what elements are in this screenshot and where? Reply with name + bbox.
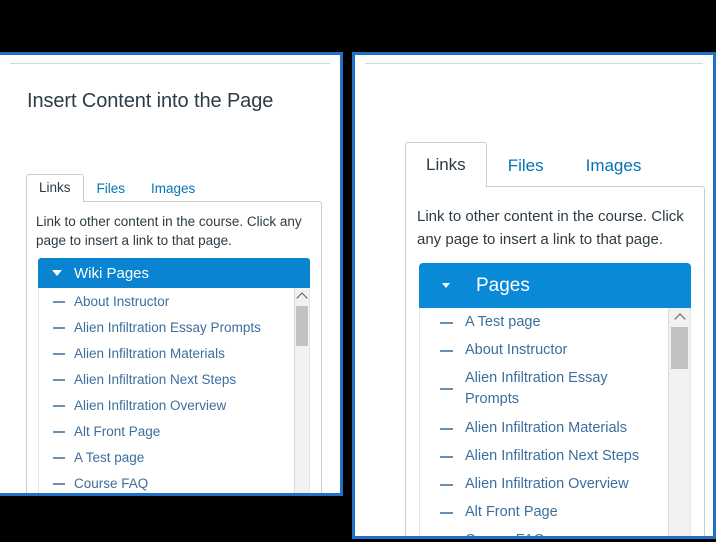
list-item[interactable]: Alien Infiltration Essay Prompts [420,364,668,414]
scrollbar-thumb[interactable] [671,327,688,369]
list-item-label: Alien Infiltration Materials [74,344,288,363]
right-page-list: A Test page About Instructor Alien Infil… [420,308,668,539]
dash-icon [53,431,65,433]
dash-icon [440,350,453,352]
dash-icon [53,457,65,459]
dash-icon [440,484,453,486]
right-page-list-container: A Test page About Instructor Alien Infil… [419,308,691,539]
dash-icon [53,405,65,407]
list-item[interactable]: Alien Infiltration Essay Prompts [39,314,294,340]
caret-down-icon [442,283,450,288]
list-item[interactable]: A Test page [39,444,294,470]
list-item-label: Alien Infiltration Materials [465,418,660,439]
group-header-label: Wiki Pages [74,265,149,282]
scroll-up-button[interactable] [669,308,690,326]
right-list-scrollbar[interactable] [668,308,690,539]
left-list-scrollbar[interactable] [294,288,309,496]
dash-icon [440,512,453,514]
list-item-label: Course FAQ [465,530,660,539]
list-item[interactable]: Alien Infiltration Materials [39,340,294,366]
group-header-pages[interactable]: Pages [419,263,691,308]
list-item[interactable]: Alien Infiltration Next Steps [39,366,294,392]
left-panel-top-divider [10,63,330,64]
list-item-label: Alien Infiltration Next Steps [465,446,660,467]
tab-files[interactable]: Files [84,175,139,202]
list-item-label: Alien Infiltration Essay Prompts [465,368,660,410]
right-tab-description: Link to other content in the course. Cli… [417,205,689,251]
list-item-label: A Test page [465,312,660,333]
tab-images[interactable]: Images [565,143,663,187]
list-item[interactable]: About Instructor [420,336,668,364]
dash-icon [53,483,65,485]
list-item-label: A Test page [74,448,288,467]
left-tab-description: Link to other content in the course. Cli… [36,212,314,250]
tab-links[interactable]: Links [26,174,84,202]
dash-icon [53,327,65,329]
left-page-list-container: About Instructor Alien Infiltration Essa… [38,288,310,496]
group-header-wiki-pages[interactable]: Wiki Pages [38,258,310,288]
dash-icon [440,322,453,324]
scrollbar-thumb[interactable] [296,306,308,346]
list-item[interactable]: A Test page [420,308,668,336]
list-item-label: Alien Infiltration Next Steps [74,370,288,389]
tab-files[interactable]: Files [487,143,565,187]
group-header-label: Pages [476,275,530,297]
left-page-list: About Instructor Alien Infiltration Essa… [39,288,294,496]
list-item-label: Alien Infiltration Overview [74,396,288,415]
list-item[interactable]: Alien Infiltration Materials [420,414,668,442]
page-title: Insert Content into the Page [27,90,273,113]
tab-images[interactable]: Images [138,175,208,202]
old-insert-content-dialog: Insert Content into the Page Links Files… [0,52,343,496]
list-item-label: About Instructor [74,292,288,311]
list-item[interactable]: About Instructor [39,288,294,314]
list-item[interactable]: Alt Front Page [420,498,668,526]
list-item-label: Alt Front Page [465,502,660,523]
left-tablist: Links Files Images [26,175,208,202]
list-item[interactable]: Course FAQ [420,526,668,539]
new-insert-content-dialog: Links Files Images Link to other content… [352,52,716,539]
dash-icon [53,301,65,303]
dash-icon [53,379,65,381]
list-item-label: Alien Infiltration Essay Prompts [74,318,288,337]
tab-links[interactable]: Links [405,142,487,187]
scroll-up-button[interactable] [295,288,309,304]
list-item[interactable]: Alien Infiltration Overview [420,470,668,498]
dash-icon [440,456,453,458]
right-panel-top-divider [365,63,703,64]
list-item-label: About Instructor [465,340,660,361]
dash-icon [440,428,453,430]
chevron-up-icon [674,313,685,324]
list-item-label: Alien Infiltration Overview [465,474,660,495]
list-item[interactable]: Alt Front Page [39,418,294,444]
chevron-up-icon [296,292,307,303]
dash-icon [440,388,453,390]
dash-icon [53,353,65,355]
list-item[interactable]: Alien Infiltration Next Steps [420,442,668,470]
right-panel-body: Links Files Images Link to other content… [355,55,713,536]
list-item-label: Alt Front Page [74,422,288,441]
left-panel-body: Insert Content into the Page Links Files… [0,55,340,493]
list-item[interactable]: Course FAQ [39,470,294,496]
list-item[interactable]: Alien Infiltration Overview [39,392,294,418]
list-item-label: Course FAQ [74,474,288,493]
right-tablist: Links Files Images [405,143,662,187]
caret-down-icon [52,270,62,276]
